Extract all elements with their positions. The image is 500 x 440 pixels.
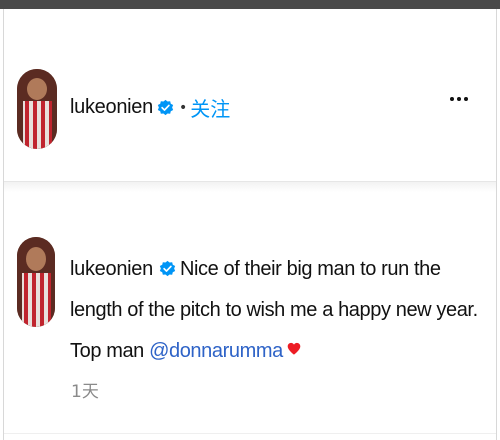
verified-badge-icon [157, 99, 174, 116]
more-dot [450, 97, 454, 101]
separator-dot: • [178, 99, 188, 116]
more-options-icon[interactable] [450, 97, 468, 101]
mention-link[interactable]: @donnarumma [149, 340, 283, 362]
red-heart-icon [287, 342, 301, 355]
avatar-image [17, 237, 55, 327]
more-dot [464, 97, 468, 101]
avatar-image [17, 69, 57, 149]
comment-timestamp: 1天 [71, 382, 99, 402]
more-dot [457, 97, 461, 101]
comment-username[interactable]: lukeonien [70, 258, 153, 280]
bottom-divider [4, 433, 496, 434]
avatar[interactable] [17, 69, 57, 149]
verified-badge-icon [159, 260, 176, 276]
post-panel: lukeonien • 关注 lukeonien Nice of their b… [3, 9, 497, 440]
window-top-bar [0, 0, 500, 9]
section-divider [4, 182, 496, 192]
comment-body: lukeonien Nice of their big man to run t… [70, 249, 482, 372]
follow-button[interactable]: 关注 [190, 93, 230, 122]
header-username[interactable]: lukeonien [70, 96, 153, 119]
post-header: lukeonien • 关注 [4, 9, 496, 182]
header-user-row: lukeonien • 关注 [70, 93, 230, 122]
comment-avatar[interactable] [17, 237, 55, 327]
